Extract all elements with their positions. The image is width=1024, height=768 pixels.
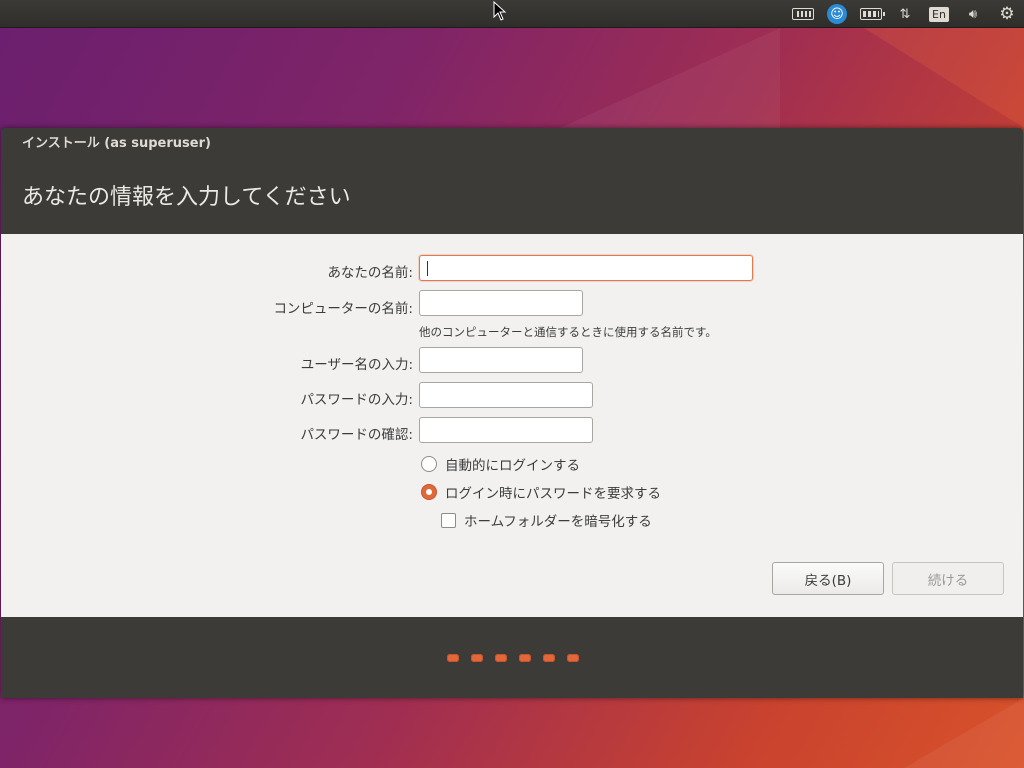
volume-icon: 🔊︎ <box>968 6 978 22</box>
confirm-password-input[interactable] <box>419 417 593 443</box>
window-title: インストール (as superuser) <box>22 136 211 151</box>
indicator-area: ☺ ⇅ En 🔊︎ ⚙ <box>786 0 1024 28</box>
username-label: ユーザー名の入力: <box>300 357 413 373</box>
text-caret <box>427 261 428 276</box>
keyboard-indicator[interactable] <box>786 0 820 28</box>
computer-name-input[interactable] <box>419 290 583 316</box>
title-bar[interactable]: インストール (as superuser) <box>1 128 1023 154</box>
network-icon: ⇅ <box>899 6 911 22</box>
page-heading: あなたの情報を入力してください <box>22 185 351 210</box>
keyboard-icon <box>792 8 814 20</box>
computer-name-label: コンピューターの名前: <box>273 301 413 317</box>
encrypt-home-label: ホームフォルダーを暗号化する <box>464 514 652 530</box>
power-gear-icon: ⚙ <box>999 4 1015 24</box>
progress-dot <box>567 654 579 662</box>
input-method-indicator[interactable]: En <box>922 0 956 28</box>
battery-indicator[interactable] <box>854 0 888 28</box>
top-panel: ☺ ⇅ En 🔊︎ ⚙ <box>0 0 1024 28</box>
progress-dots <box>447 654 579 662</box>
input-method-label: En <box>929 6 949 22</box>
header-area: あなたの情報を入力してください <box>1 154 1023 234</box>
progress-footer <box>1 617 1023 698</box>
computer-name-hint: 他のコンピューターと通信するときに使用する名前です。 <box>419 325 717 339</box>
progress-dot <box>495 654 507 662</box>
auto-login-label: 自動的にログインする <box>445 458 580 474</box>
username-input[interactable] <box>419 347 583 373</box>
progress-dot <box>471 654 483 662</box>
confirm-password-label: パスワードの確認: <box>300 427 413 443</box>
require-password-option[interactable]: ログイン時にパスワードを要求する <box>421 482 661 502</box>
installer-window: インストール (as superuser) あなたの情報を入力してください あな… <box>1 128 1023 698</box>
wallpaper-facet <box>560 28 780 128</box>
accessibility-indicator[interactable]: ☺ <box>820 0 854 28</box>
auto-login-option[interactable]: 自動的にログインする <box>421 454 580 474</box>
password-input[interactable] <box>419 382 593 408</box>
battery-icon <box>860 8 885 20</box>
power-indicator[interactable]: ⚙ <box>990 0 1024 28</box>
auto-login-radio[interactable] <box>421 456 437 472</box>
wallpaper-facet <box>864 28 1024 128</box>
form-content: あなたの名前: コンピューターの名前: 他のコンピューターと通信するときに使用す… <box>1 234 1023 617</box>
volume-indicator[interactable]: 🔊︎ <box>956 0 990 28</box>
encrypt-home-checkbox[interactable] <box>441 512 456 528</box>
require-password-radio[interactable] <box>421 484 437 500</box>
name-label: あなたの名前: <box>327 265 413 281</box>
progress-dot <box>543 654 555 662</box>
accessibility-icon: ☺ <box>827 4 847 24</box>
progress-dot <box>447 654 459 662</box>
wallpaper-facet <box>904 698 1024 768</box>
name-input[interactable] <box>419 255 753 281</box>
back-button[interactable]: 戻る(B) <box>772 562 884 595</box>
network-indicator[interactable]: ⇅ <box>888 0 922 28</box>
progress-dot <box>519 654 531 662</box>
continue-button[interactable]: 続ける <box>892 562 1004 595</box>
password-label: パスワードの入力: <box>300 392 413 408</box>
encrypt-home-option[interactable]: ホームフォルダーを暗号化する <box>441 510 652 530</box>
require-password-label: ログイン時にパスワードを要求する <box>445 486 661 502</box>
